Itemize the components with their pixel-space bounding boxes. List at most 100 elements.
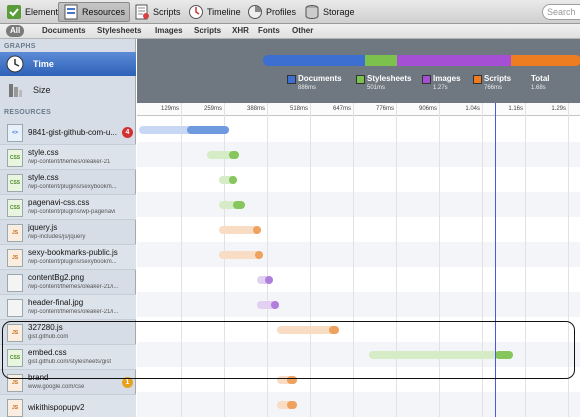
search-input[interactable]: Search	[542, 4, 580, 20]
resource-item[interactable]: <> 9841-gist-github-com-u... 4	[0, 120, 136, 145]
resource-path: /wp-includes/js/jquery	[28, 234, 86, 240]
tab-scripts-label: Scripts	[153, 7, 181, 17]
resource-timing-bar[interactable]	[257, 301, 279, 309]
graph-item-label: Time	[33, 59, 54, 69]
tab-resources-label: Resources	[82, 7, 126, 17]
tab-storage[interactable]: Storage	[300, 2, 359, 22]
timeline-row	[137, 392, 580, 417]
resource-timing-bar[interactable]	[219, 201, 245, 209]
legend-label: Total	[531, 74, 550, 83]
legend-value: 501ms	[367, 85, 386, 91]
timeline-row	[137, 292, 580, 317]
storage-icon	[304, 4, 320, 20]
resource-item[interactable]: CSS style.css/wp-content/plugins/sexybook…	[0, 170, 136, 195]
timeline-row	[137, 192, 580, 217]
resource-timing-bar[interactable]	[219, 176, 237, 184]
time-ruler: 129ms 259ms 388ms 518ms 647ms 776ms 906ms 1.04s…	[137, 103, 580, 116]
time-tick-label: 776ms	[375, 106, 394, 112]
resource-item[interactable]: CSS pagenavi-css.css/wp-content/plugins/w…	[0, 195, 136, 220]
tab-profiles[interactable]: Profiles	[243, 2, 300, 22]
timeline-row	[137, 142, 580, 167]
resource-item[interactable]: header-final.jpg/wp-content/themes/oleak…	[0, 295, 136, 320]
tab-elements[interactable]: Elements	[2, 2, 67, 22]
error-count-badge: 4	[122, 127, 133, 138]
filter-scripts[interactable]: Scripts	[194, 25, 221, 37]
img-file-icon	[7, 274, 23, 292]
filter-documents[interactable]: Documents	[42, 25, 86, 37]
profiles-icon	[247, 4, 263, 20]
timeline-row	[137, 167, 580, 192]
resource-item[interactable]: JS jquery.js/wp-includes/js/jquery	[0, 220, 136, 245]
resource-name: sexy-bookmarks-public.js	[28, 248, 118, 257]
resource-name: 9841-gist-github-com-u...	[28, 128, 117, 137]
resource-item[interactable]: contentBg2.png/wp-content/themes/oleaker…	[0, 270, 136, 295]
resource-name: style.css	[28, 173, 59, 182]
resource-timing-bar[interactable]	[257, 276, 273, 284]
resource-path: /wp-content/plugins/sexybookm...	[28, 184, 117, 190]
time-tick-label: 906ms	[418, 106, 437, 112]
timing-bar-download	[287, 401, 297, 409]
resource-name: style.css	[28, 148, 59, 157]
legend-swatch	[422, 75, 431, 84]
filter-xhr[interactable]: XHR	[232, 25, 249, 37]
graph-item-size[interactable]: Size	[0, 78, 136, 102]
js-file-icon: JS	[7, 224, 23, 242]
tab-timeline[interactable]: Timeline	[184, 2, 245, 22]
tab-resources[interactable]: Resources	[58, 2, 131, 22]
legend-swatch	[473, 75, 482, 84]
summary-bar	[263, 55, 580, 66]
timeline-row	[137, 242, 580, 267]
graphs-section-title: GRAPHS	[4, 43, 36, 50]
timeline-row	[137, 267, 580, 292]
timeline-row	[137, 217, 580, 242]
elements-icon	[6, 4, 22, 20]
resource-timing-bar[interactable]	[219, 226, 261, 234]
resource-path: /wp-content/themes/oleaker-21/i...	[28, 284, 119, 290]
resource-item[interactable]: JS sexy-bookmarks-public.js/wp-content/pl…	[0, 245, 136, 270]
clock-icon	[5, 54, 25, 74]
resource-path: /wp-content/plugins/sexybookm...	[28, 259, 117, 265]
resource-timing-bar[interactable]	[219, 251, 263, 259]
legend-value: 766ms	[484, 85, 503, 91]
legend-value: 886ms	[298, 85, 317, 91]
js-file-icon: JS	[7, 249, 23, 267]
time-tick-label: 1.04s	[465, 106, 480, 112]
time-tick-label: 518ms	[289, 106, 308, 112]
time-tick-label: 1.16s	[508, 106, 523, 112]
resource-timing-bar[interactable]	[277, 401, 297, 409]
timeline-icon	[188, 4, 204, 20]
main-toolbar: Elements Resources Scripts Timeline Prof…	[0, 0, 580, 24]
resource-name: pagenavi-css.css	[28, 198, 90, 207]
resources-icon	[63, 4, 79, 20]
graph-item-time[interactable]: Time	[0, 52, 136, 76]
time-tick-label: 1.29s	[551, 106, 566, 112]
tab-elements-label: Elements	[25, 7, 63, 17]
resource-name: wikithispopupv2	[28, 403, 85, 412]
resource-timing-bar[interactable]	[139, 126, 229, 134]
filter-stylesheets[interactable]: Stylesheets	[97, 25, 141, 37]
filter-other[interactable]: Other	[292, 25, 313, 37]
summary-bar-segment	[511, 55, 580, 66]
js-file-icon: JS	[7, 399, 23, 417]
resource-item[interactable]: CSS style.css/wp-content/themes/oleaker-2…	[0, 145, 136, 170]
timing-bar-download	[265, 276, 273, 284]
summary-bar-segment	[364, 55, 397, 66]
tab-scripts[interactable]: Scripts	[130, 2, 185, 22]
resource-item[interactable]: JS wikithispopupv2	[0, 395, 136, 417]
resource-path: /wp-content/plugins/wp-pagenavi	[28, 209, 116, 215]
resource-name: header-final.jpg	[28, 298, 84, 307]
timing-bar-download	[229, 151, 239, 159]
tab-timeline-label: Timeline	[207, 7, 241, 17]
summary-graph: Documents 886ms Stylesheets 501ms Images 1.27…	[137, 39, 580, 103]
filter-all[interactable]: All	[6, 25, 25, 37]
tab-storage-label: Storage	[323, 7, 355, 17]
legend-swatch	[287, 75, 296, 84]
resource-path: /wp-content/themes/oleaker-21/i...	[28, 309, 119, 315]
weight-icon	[5, 80, 25, 100]
summary-bar-segment	[263, 55, 365, 66]
legend-label: Scripts	[484, 74, 512, 83]
filter-fonts[interactable]: Fonts	[258, 25, 280, 37]
legend-label: Images	[433, 74, 461, 83]
resource-timing-bar[interactable]	[207, 151, 239, 159]
filter-images[interactable]: Images	[155, 25, 183, 37]
